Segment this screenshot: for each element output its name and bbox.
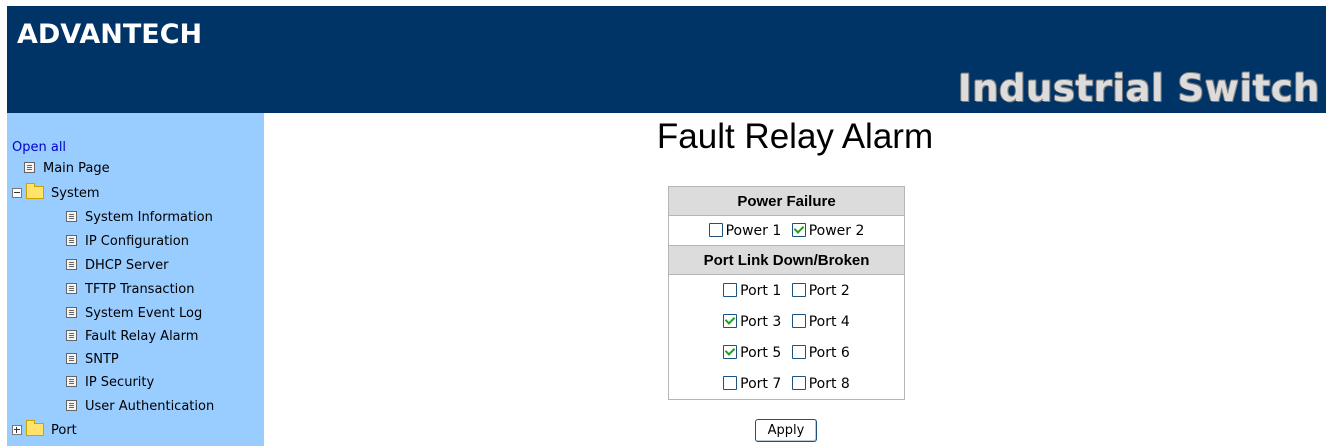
page-icon <box>66 283 77 294</box>
sidebar-item-label: IP Configuration <box>85 234 189 249</box>
apply-button[interactable]: Apply <box>755 419 817 442</box>
expand-icon[interactable] <box>12 424 22 435</box>
sidebar-item-label: System <box>51 186 100 201</box>
sidebar-item-label: SNTP <box>85 352 119 367</box>
power-2-label: Power 2 <box>808 222 865 239</box>
port-2-label: Port 2 <box>808 282 850 299</box>
port-4-option[interactable]: Port 4 <box>791 313 850 330</box>
page-icon <box>66 211 77 222</box>
product-title: Industrial Switch <box>957 67 1320 110</box>
sidebar-item-tftp-transaction[interactable]: TFTP Transaction <box>66 279 194 301</box>
sidebar-item-fault-relay-alarm[interactable]: Fault Relay Alarm <box>66 326 198 348</box>
page-title: Fault Relay Alarm <box>656 117 934 156</box>
power-1-option[interactable]: Power 1 <box>708 222 788 239</box>
port-3-checkbox[interactable] <box>723 313 738 328</box>
port-5-checkbox[interactable] <box>723 344 738 359</box>
port-6-option[interactable]: Port 6 <box>791 344 850 361</box>
port-2-checkbox[interactable] <box>791 282 806 297</box>
power-failure-header: Power Failure <box>668 186 905 216</box>
port-8-label: Port 8 <box>808 375 850 392</box>
page-icon <box>66 259 77 270</box>
power-1-checkbox[interactable] <box>708 222 723 237</box>
folder-icon <box>26 420 44 436</box>
sidebar-item-main-page[interactable]: Main Page <box>24 158 110 180</box>
page-icon <box>66 307 77 318</box>
collapse-icon[interactable] <box>12 187 22 198</box>
port-4-label: Port 4 <box>808 313 850 330</box>
port-5-label: Port 5 <box>740 344 782 361</box>
sidebar-item-label: DHCP Server <box>85 258 169 273</box>
sidebar-item-label: IP Security <box>85 375 155 390</box>
page-icon <box>24 162 35 173</box>
port-3-label: Port 3 <box>740 313 782 330</box>
sidebar-item-system-event-log[interactable]: System Event Log <box>66 303 202 325</box>
sidebar-item-label: System Information <box>85 210 213 225</box>
fault-relay-alarm-form: Power Failure Power 1 Power 2 Port Link … <box>668 186 905 400</box>
sidebar-item-system[interactable]: System <box>12 183 99 205</box>
sidebar-item-label: Port <box>51 423 77 438</box>
port-4-checkbox[interactable] <box>791 313 806 328</box>
port-5-option[interactable]: Port 5 <box>723 344 787 361</box>
sidebar-item-dhcp-server[interactable]: DHCP Server <box>66 255 168 277</box>
sidebar-nav: Open all Main Page System System Informa… <box>7 113 264 446</box>
folder-open-icon <box>26 183 44 199</box>
open-all-link[interactable]: Open all <box>12 140 66 155</box>
port-6-checkbox[interactable] <box>791 344 806 359</box>
sidebar-item-label: TFTP Transaction <box>85 282 195 297</box>
page-icon <box>66 400 77 411</box>
port-3-option[interactable]: Port 3 <box>723 313 787 330</box>
sidebar-item-label: Main Page <box>43 161 110 176</box>
port-1-option[interactable]: Port 1 <box>723 282 787 299</box>
port-7-option[interactable]: Port 7 <box>723 375 787 392</box>
power-1-label: Power 1 <box>725 222 782 239</box>
port-7-checkbox[interactable] <box>723 375 738 390</box>
sidebar-item-label: Fault Relay Alarm <box>85 329 199 344</box>
power-2-checkbox[interactable] <box>791 222 806 237</box>
sidebar-item-label: User Authentication <box>85 399 215 414</box>
advantech-logo: ADVANTECH <box>17 19 203 50</box>
sidebar-item-user-authentication[interactable]: User Authentication <box>66 396 214 418</box>
port-6-label: Port 6 <box>808 344 850 361</box>
sidebar-item-label: System Event Log <box>85 306 203 321</box>
port-1-checkbox[interactable] <box>723 282 738 297</box>
header-banner: ADVANTECH Industrial Switch <box>7 6 1326 113</box>
page-icon <box>66 330 77 341</box>
sidebar-item-sntp[interactable]: SNTP <box>66 349 119 371</box>
sidebar-item-port[interactable]: Port <box>12 420 77 442</box>
port-link-down-header: Port Link Down/Broken <box>668 245 905 275</box>
sidebar-item-system-information[interactable]: System Information <box>66 207 213 229</box>
page-icon <box>66 235 77 246</box>
port-7-label: Port 7 <box>740 375 782 392</box>
page-icon <box>66 376 77 387</box>
sidebar-item-ip-configuration[interactable]: IP Configuration <box>66 231 189 253</box>
port-2-option[interactable]: Port 2 <box>791 282 850 299</box>
power-2-option[interactable]: Power 2 <box>791 222 865 239</box>
port-1-label: Port 1 <box>740 282 782 299</box>
port-8-checkbox[interactable] <box>791 375 806 390</box>
page-icon <box>66 353 77 364</box>
port-8-option[interactable]: Port 8 <box>791 375 850 392</box>
sidebar-item-ip-security[interactable]: IP Security <box>66 372 154 394</box>
